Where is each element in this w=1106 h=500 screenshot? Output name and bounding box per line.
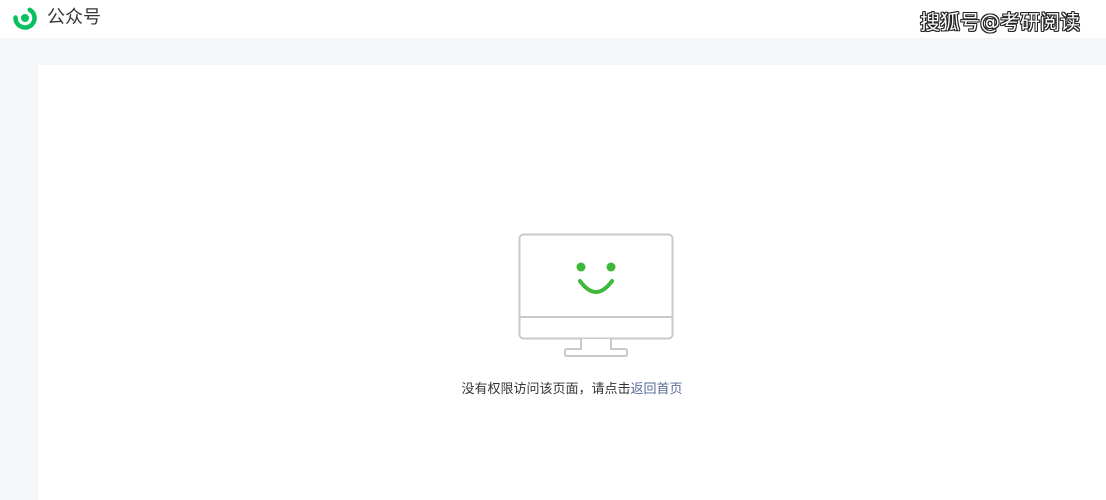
error-card: 没有权限访问该页面，请点击返回首页: [38, 65, 1106, 500]
source-watermark: 搜狐号@考研阅读: [920, 10, 1080, 34]
brand-title[interactable]: 公众号: [47, 7, 101, 29]
message-text: 没有权限访问该页面，请点击: [461, 382, 631, 397]
return-home-link[interactable]: 返回首页: [631, 382, 683, 397]
no-permission-message: 没有权限访问该页面，请点击返回首页: [38, 381, 1106, 399]
monitor-smiley-icon: [518, 233, 674, 357]
top-bar: 公众号 搜狐号@考研阅读: [0, 0, 1106, 38]
wechat-official-account-logo-icon[interactable]: [12, 5, 38, 31]
